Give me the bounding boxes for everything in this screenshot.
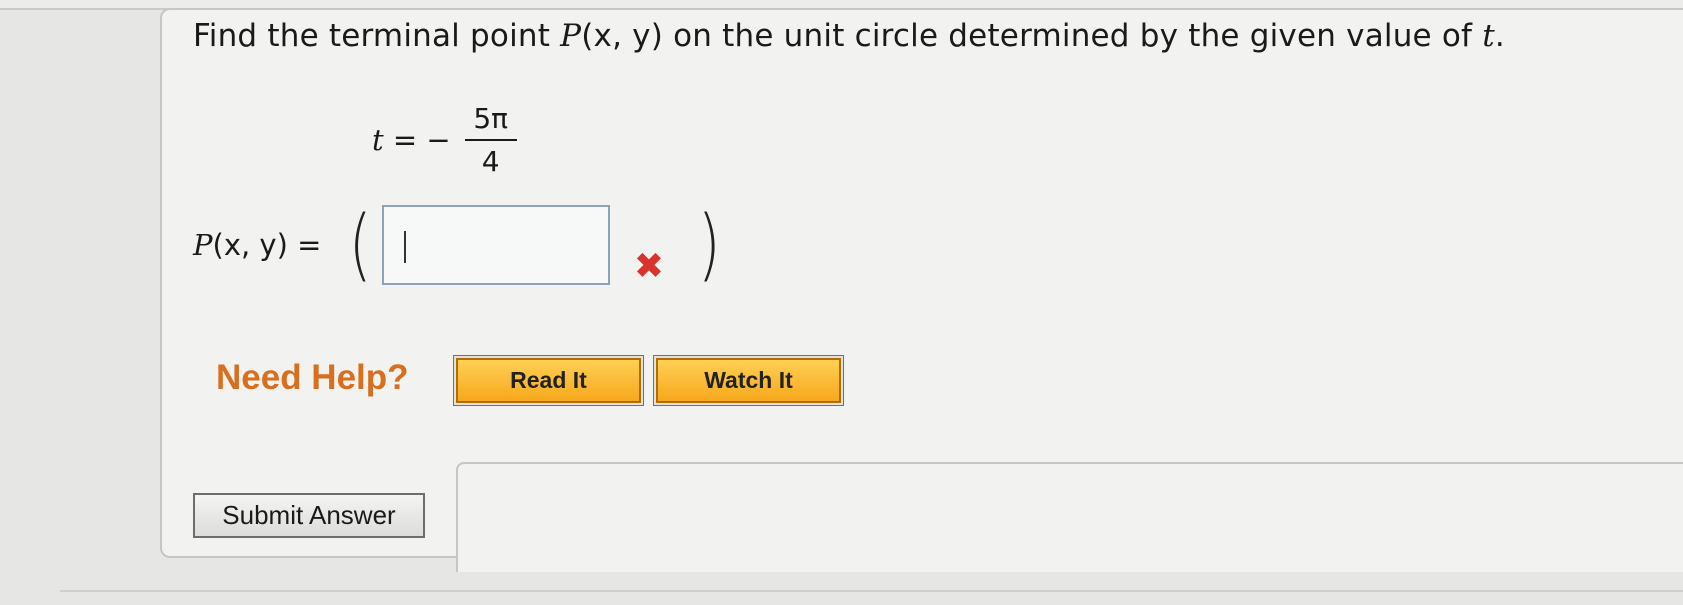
answer-label: P(x, y) = (193, 228, 321, 262)
question-suffix: on the unit circle determined by the giv… (663, 18, 1483, 54)
point-answer-input[interactable] (381, 205, 610, 285)
watch-it-button[interactable]: Watch It (654, 356, 843, 405)
open-paren: ( (349, 200, 373, 290)
question-prefix: Find the terminal point (193, 18, 561, 54)
answer-label-var: P (193, 228, 213, 262)
submit-answer-button[interactable]: Submit Answer (193, 493, 425, 538)
question-t-var: t (1482, 18, 1495, 54)
question-point-args: (x, y) (581, 18, 664, 54)
given-relation: = − (383, 123, 451, 157)
given-t-var: t (372, 123, 384, 157)
need-help-label: Need Help? (216, 358, 409, 397)
text-cursor (403, 231, 406, 263)
fraction-numerator: 5π (473, 102, 509, 135)
given-fraction: 5π 4 (464, 102, 517, 178)
close-paren: ) (697, 200, 721, 290)
answer-row: P(x, y) = ( ✖ ) (193, 200, 724, 290)
question-end: . (1494, 18, 1505, 54)
question-point-var: P (560, 18, 582, 54)
lower-section-frame (456, 462, 1683, 572)
answer-label-args: (x, y) = (212, 228, 322, 262)
incorrect-x-icon: ✖ (633, 246, 665, 287)
read-it-button[interactable]: Read It (454, 356, 643, 405)
question-text: Find the terminal point P(x, y) on the u… (193, 18, 1505, 54)
given-equation: t = − 5π 4 (372, 95, 517, 185)
fraction-denominator: 4 (481, 145, 500, 178)
bottom-divider (60, 590, 1683, 592)
